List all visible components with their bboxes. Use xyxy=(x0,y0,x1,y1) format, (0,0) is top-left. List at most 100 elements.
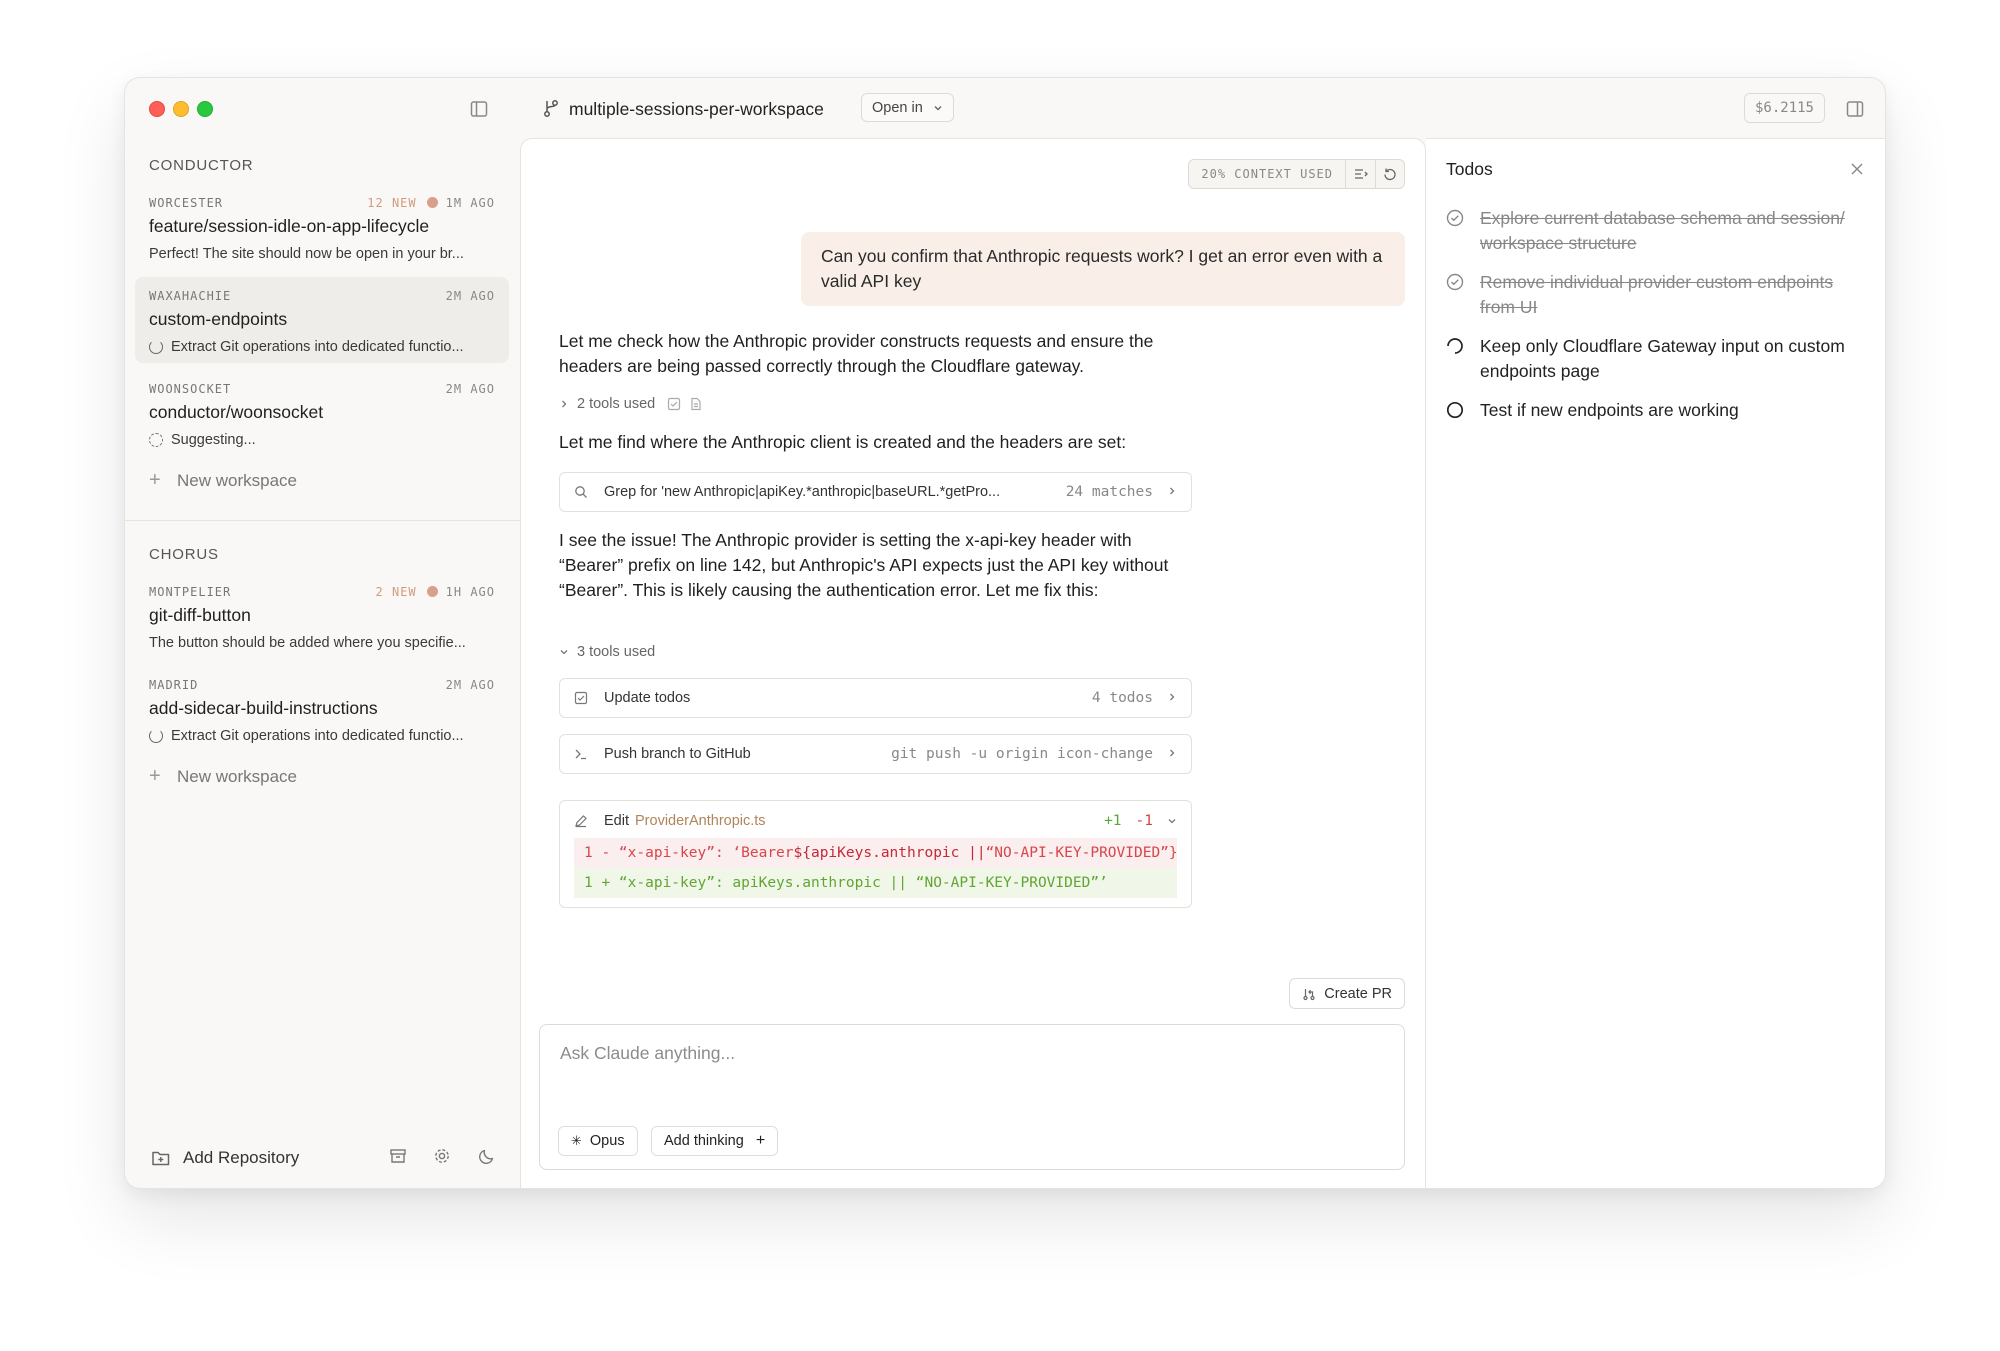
empty-circle-icon xyxy=(1446,401,1464,419)
workspace-meta: 12 NEW 1M AGO xyxy=(367,196,495,210)
workspace-location: WAXAHACHIE xyxy=(149,289,232,303)
edit-header: Edit ProviderAnthropic.ts +1 -1 xyxy=(574,811,1177,831)
tools-used-toggle[interactable]: 2 tools used xyxy=(559,396,703,412)
workspace-item-active[interactable]: WAXAHACHIE 2M AGO custom-endpoints Extra… xyxy=(135,277,509,363)
workspace-meta: 2 NEW 1H AGO xyxy=(376,585,495,599)
repo-title-chorus: CHORUS xyxy=(149,546,219,563)
update-todos-title: Update todos xyxy=(604,690,691,706)
suggesting-spinner-icon xyxy=(149,433,163,447)
push-branch-tool-card[interactable]: Push branch to GitHub git push -u origin… xyxy=(559,734,1192,774)
add-repository-label: Add Repository xyxy=(183,1148,300,1167)
chevron-right-icon xyxy=(1167,484,1177,500)
maximize-window-button[interactable] xyxy=(197,101,213,117)
grep-tool-card[interactable]: Grep for 'new Anthropic|apiKey.*anthropi… xyxy=(559,472,1192,512)
settings-gear-icon[interactable] xyxy=(428,1142,456,1170)
new-workspace-button[interactable]: + New workspace xyxy=(149,765,297,788)
session-cost-badge: $6.2115 xyxy=(1743,93,1825,123)
workspace-time: 2M AGO xyxy=(445,678,495,692)
sidebar-toggle-icon[interactable] xyxy=(467,97,491,121)
workspace-subtitle: Suggesting... xyxy=(171,432,256,448)
tools-used-toggle[interactable]: 3 tools used xyxy=(559,644,655,660)
todos-panel: Todos Explore current database schema an… xyxy=(1426,138,1885,1188)
workspace-item[interactable]: MONTPELIER 2 NEW 1H AGO git-diff-button T… xyxy=(135,573,509,659)
checklist-icon xyxy=(574,691,592,705)
context-toolbar: 20% CONTEXT USED xyxy=(1188,159,1405,189)
close-icon[interactable] xyxy=(1847,159,1867,179)
workspace-name: feature/session-idle-on-app-lifecycle xyxy=(149,216,430,236)
workspace-item[interactable]: WOONSOCKET 2M AGO conductor/woonsocket S… xyxy=(135,370,509,456)
chevron-down-icon xyxy=(934,105,942,110)
todo-item: Explore current database schema and sess… xyxy=(1446,206,1866,256)
diff-removed-line: 1 - “x-api-key”: ‘Bearer ${apiKeys.anthr… xyxy=(574,838,1177,868)
sidebar: CONDUCTOR WORCESTER 12 NEW 1M AGO feature… xyxy=(125,138,520,1188)
new-workspace-button[interactable]: + New workspace xyxy=(149,469,297,492)
edit-file-tool-card[interactable]: Edit ProviderAnthropic.ts +1 -1 1 - “x-a… xyxy=(559,800,1192,908)
workspace-location: MADRID xyxy=(149,678,199,692)
workspace-subtitle: The button should be added where you spe… xyxy=(149,635,466,651)
model-select-button[interactable]: ✳ Opus xyxy=(558,1126,638,1156)
loading-spinner-icon xyxy=(149,729,163,743)
context-used-indicator: 20% CONTEXT USED xyxy=(1189,160,1346,188)
workspace-subtitle: Extract Git operations into dedicated fu… xyxy=(171,339,464,355)
workspace-name: custom-endpoints xyxy=(149,309,288,329)
new-workspace-label: New workspace xyxy=(177,767,297,786)
chat-composer[interactable]: Ask Claude anything... ✳ Opus Add thinki… xyxy=(539,1024,1405,1170)
update-todos-tool-card[interactable]: Update todos 4 todos xyxy=(559,678,1192,718)
dark-mode-moon-icon[interactable] xyxy=(473,1142,501,1170)
workspace-name: git-diff-button xyxy=(149,605,251,625)
create-pr-button[interactable]: Create PR xyxy=(1289,978,1405,1009)
chevron-right-icon xyxy=(562,400,567,408)
workspace-location: MONTPELIER xyxy=(149,585,232,599)
push-command: git push -u origin icon-change xyxy=(891,746,1153,762)
sparkle-icon: ✳ xyxy=(571,1133,582,1148)
chevron-down-icon xyxy=(1167,816,1177,826)
right-panel-toggle-icon[interactable] xyxy=(1843,97,1867,121)
add-thinking-label: Add thinking xyxy=(664,1133,744,1149)
app-window: multiple-sessions-per-workspace Open in … xyxy=(124,77,1886,1189)
checklist-icon xyxy=(668,397,681,411)
close-window-button[interactable] xyxy=(149,101,165,117)
todo-item: Keep only Cloudflare Gateway input on cu… xyxy=(1446,334,1866,384)
lines-added: +1 xyxy=(1104,813,1122,829)
workspace-location: WOONSOCKET xyxy=(149,382,232,396)
create-pr-label: Create PR xyxy=(1324,985,1392,1002)
unread-dot-icon xyxy=(426,586,438,597)
grep-title: Grep for 'new Anthropic|apiKey.*anthropi… xyxy=(604,484,1001,500)
workspace-item[interactable]: WORCESTER 12 NEW 1M AGO feature/session-i… xyxy=(135,184,509,270)
list-filter-icon[interactable] xyxy=(1346,160,1375,188)
new-workspace-label: New workspace xyxy=(177,471,297,490)
model-label: Opus xyxy=(589,1133,625,1149)
plus-icon: + xyxy=(755,1132,766,1149)
todos-title: Todos xyxy=(1446,159,1493,179)
diff-removed-prefix: 1 - “x-api-key”: ‘Bearer xyxy=(584,845,794,861)
minimize-window-button[interactable] xyxy=(173,101,189,117)
reset-icon[interactable] xyxy=(1375,160,1404,188)
edit-label: Edit xyxy=(604,813,629,829)
new-count-badge: 2 NEW xyxy=(375,585,417,599)
workspace-time: 2M AGO xyxy=(445,289,495,303)
pencil-icon xyxy=(574,814,592,828)
chevron-right-icon xyxy=(1167,690,1177,706)
tools-used-label: 3 tools used xyxy=(577,644,656,660)
grep-match-count: 24 matches xyxy=(1065,484,1153,500)
user-message: Can you confirm that Anthropic requests … xyxy=(801,232,1405,306)
composer-placeholder[interactable]: Ask Claude anything... xyxy=(560,1043,735,1064)
diff-removed-highlight: ${apiKeys.anthropic || xyxy=(793,845,986,861)
add-repository-button[interactable]: Add Repository xyxy=(151,1148,299,1168)
assistant-message: Let me find where the Anthropic client i… xyxy=(559,432,1127,452)
workspace-subtitle: Extract Git operations into dedicated fu… xyxy=(171,728,464,744)
in-progress-spinner-icon xyxy=(1447,338,1463,354)
workspace-item[interactable]: MADRID 2M AGO add-sidecar-build-instruct… xyxy=(135,666,509,752)
plus-icon: + xyxy=(149,765,161,787)
edit-file-name: ProviderAnthropic.ts xyxy=(635,813,766,829)
terminal-icon xyxy=(574,747,592,761)
open-in-button[interactable]: Open in xyxy=(861,93,954,122)
archive-icon[interactable] xyxy=(384,1142,412,1170)
check-circle-icon xyxy=(1446,209,1464,227)
add-thinking-button[interactable]: Add thinking + xyxy=(651,1126,779,1156)
workspace-time: 2M AGO xyxy=(445,382,495,396)
chat-panel: 20% CONTEXT USED Can you confirm that An… xyxy=(520,138,1426,1188)
todo-text: Keep only Cloudflare Gateway input on cu… xyxy=(1480,336,1845,381)
repo-title-conductor: CONDUCTOR xyxy=(149,157,254,174)
new-count-badge: 12 NEW xyxy=(367,196,417,210)
